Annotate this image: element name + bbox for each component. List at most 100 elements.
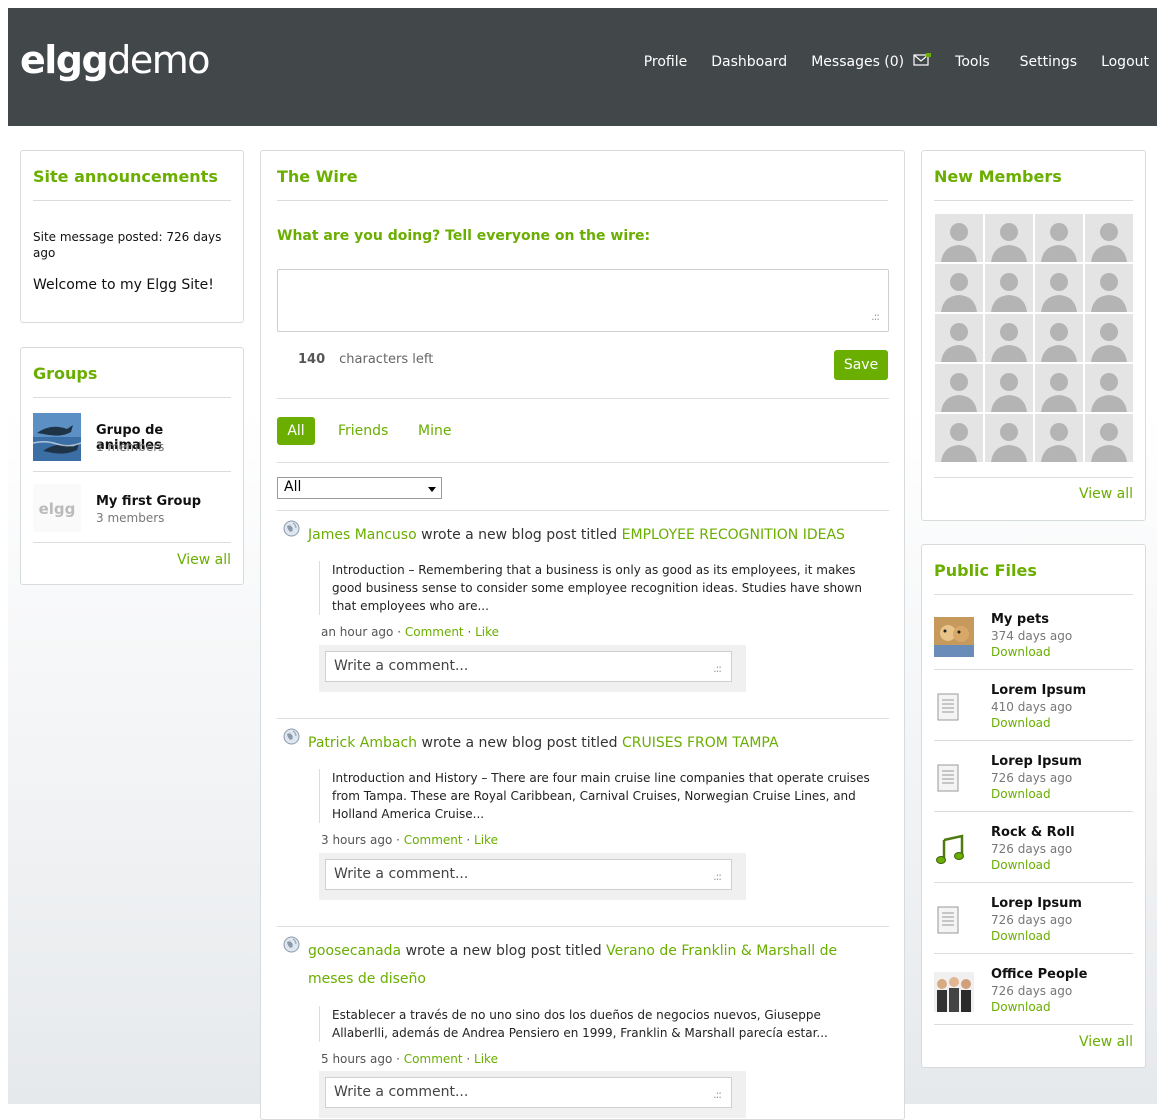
member-avatar-icon[interactable] [1035,364,1083,412]
member-avatar-icon[interactable] [1035,314,1083,362]
download-link[interactable]: Download [991,1000,1051,1014]
activity-meta: 3 hours ago · Comment · Like [321,833,498,847]
member-avatar-icon[interactable] [1035,414,1083,462]
comment-placeholder: Write a comment... [334,1084,469,1100]
groups-view-all-link[interactable]: View all [177,552,231,568]
download-link[interactable]: Download [991,787,1051,801]
member-avatar-icon[interactable] [1085,314,1133,362]
member-avatar-icon[interactable] [935,414,983,462]
activity-user-link[interactable]: James Mancuso [308,527,417,543]
member-avatar-icon[interactable] [935,314,983,362]
member-avatar-icon[interactable] [1035,214,1083,262]
wire-textarea[interactable]: .:: [277,269,889,332]
member-avatar-icon[interactable] [935,264,983,312]
member-avatar-icon[interactable] [1085,264,1133,312]
comment-link[interactable]: Comment [405,625,464,639]
file-name[interactable]: Office People [991,967,1087,982]
member-avatar-icon[interactable] [1085,214,1133,262]
file-name[interactable]: My pets [991,612,1049,627]
resize-grip-icon[interactable]: .:: [713,870,722,883]
activity-time: 5 hours ago [321,1052,393,1066]
file-item[interactable]: Lorem Ipsum 410 days ago Download [934,670,1133,741]
comment-input[interactable]: Write a comment....:: [325,1077,732,1108]
file-item[interactable]: Rock & Roll 726 days ago Download [934,812,1133,883]
resize-grip-icon[interactable]: .:: [713,662,722,675]
member-avatar-icon[interactable] [1085,414,1133,462]
save-button[interactable]: Save [834,350,888,380]
group-item[interactable]: elgg My first Group 3 members [33,472,231,543]
member-avatar-icon[interactable] [985,414,1033,462]
member-avatar-icon[interactable] [935,364,983,412]
like-link[interactable]: Like [475,625,499,639]
member-avatar-icon[interactable] [985,364,1033,412]
activity-user-link[interactable]: Patrick Ambach [308,735,417,751]
file-name[interactable]: Lorem Ipsum [991,683,1086,698]
globe-icon [283,936,300,953]
member-avatar-icon[interactable] [985,214,1033,262]
file-name[interactable]: Rock & Roll [991,825,1075,840]
divider [277,718,889,719]
file-name[interactable]: Lorep Ipsum [991,754,1082,769]
comment-area: Write a comment....:: [319,645,746,692]
activity-time: an hour ago [321,625,394,639]
files-view-all-link[interactable]: View all [1079,1034,1133,1050]
wire-panel: The Wire What are you doing? Tell everyo… [260,150,905,1120]
file-item[interactable]: Lorep Ipsum 726 days ago Download [934,883,1133,954]
announcement-message: Welcome to my Elgg Site! [33,277,214,293]
tab-friends[interactable]: Friends [338,423,388,439]
envelope-icon [913,53,932,70]
nav-logout[interactable]: Logout [1101,53,1149,70]
activity-filter-select[interactable]: All [277,477,442,499]
activity-title-link[interactable]: EMPLOYEE RECOGNITION IDEAS [622,527,845,543]
top-nav: Profile Dashboard Messages (0) Tools Set… [620,53,1149,70]
group-item[interactable]: Grupo de animales 1 members [32,401,231,472]
comment-placeholder: Write a comment... [334,658,469,674]
members-view-all-link[interactable]: View all [1079,486,1133,502]
top-bar: elggdemo Profile Dashboard Messages (0) … [8,8,1157,126]
document-icon [934,688,974,728]
wire-prompt: What are you doing? Tell everyone on the… [277,228,651,244]
meta-separator: · [462,1052,475,1066]
file-date: 726 days ago [991,984,1073,998]
nav-settings[interactable]: Settings [1020,53,1077,70]
download-link[interactable]: Download [991,645,1051,659]
wire-title: The Wire [277,167,888,201]
comment-link[interactable]: Comment [404,833,463,847]
file-item[interactable]: My pets 374 days ago Download [934,599,1133,670]
activity-item: Patrick Ambach wrote a new blog post tit… [277,723,889,929]
comment-input[interactable]: Write a comment....:: [325,651,732,682]
member-avatar-icon[interactable] [985,264,1033,312]
member-avatar-icon[interactable] [1035,264,1083,312]
resize-grip-icon[interactable]: .:: [871,310,880,323]
characters-left-label: characters left [339,352,434,367]
activity-summary: goosecanada wrote a new blog post titled… [308,937,868,993]
file-name[interactable]: Lorep Ipsum [991,896,1082,911]
nav-tools[interactable]: Tools [955,53,990,70]
characters-left: 140 characters left [298,352,433,367]
nav-profile[interactable]: Profile [644,53,688,70]
file-item[interactable]: Office People 726 days ago Download [934,954,1133,1025]
comment-input[interactable]: Write a comment....:: [325,859,732,890]
resize-grip-icon[interactable]: .:: [713,1088,722,1101]
nav-messages[interactable]: Messages (0) [811,53,932,70]
download-link[interactable]: Download [991,929,1051,943]
like-link[interactable]: Like [474,1052,498,1066]
like-link[interactable]: Like [474,833,498,847]
file-date: 410 days ago [991,700,1073,714]
tab-mine[interactable]: Mine [418,423,451,439]
file-item[interactable]: Lorep Ipsum 726 days ago Download [934,741,1133,812]
announcement-meta: Site message posted: 726 days ago [33,230,222,260]
activity-title-link[interactable]: CRUISES FROM TAMPA [622,735,779,751]
member-avatar-icon[interactable] [1085,364,1133,412]
new-members-title: New Members [934,167,1133,201]
member-avatar-icon[interactable] [985,314,1033,362]
nav-dashboard[interactable]: Dashboard [711,53,787,70]
download-link[interactable]: Download [991,858,1051,872]
group-name[interactable]: My first Group [96,494,201,509]
member-avatar-icon[interactable] [935,214,983,262]
tab-all[interactable]: All [277,417,315,445]
site-logo[interactable]: elggdemo [20,38,210,82]
comment-link[interactable]: Comment [404,1052,463,1066]
activity-user-link[interactable]: goosecanada [308,943,401,959]
download-link[interactable]: Download [991,716,1051,730]
